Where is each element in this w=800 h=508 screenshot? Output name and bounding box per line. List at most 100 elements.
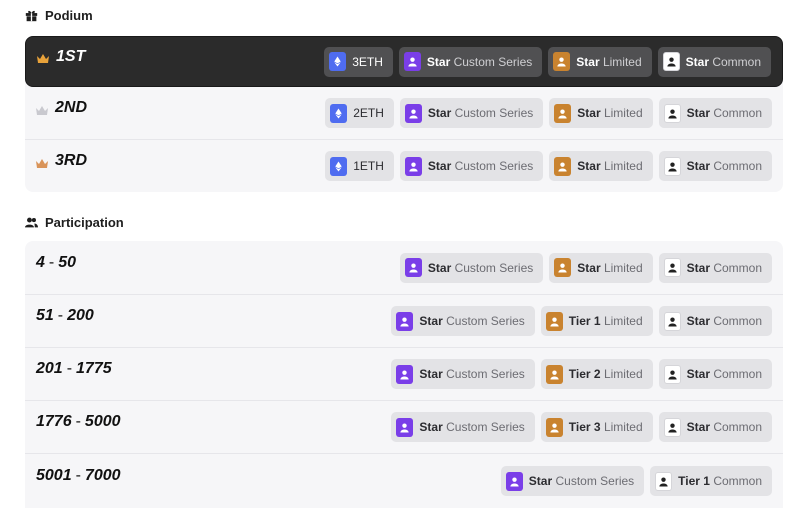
- limited-reward-chip[interactable]: Star Limited: [549, 151, 653, 181]
- rank-range: 5001-7000: [25, 467, 121, 485]
- ethereum-icon: [330, 156, 348, 176]
- reward-label: Star Limited: [576, 55, 641, 69]
- reward-label: Star Custom Series: [419, 420, 524, 434]
- reward-label-type: Custom Series: [442, 314, 525, 328]
- rank-label: 2ND: [25, 99, 87, 117]
- reward-label: Star Common: [687, 159, 762, 173]
- custom-reward-chip[interactable]: Star Custom Series: [399, 252, 544, 283]
- ethereum-icon: [330, 103, 348, 123]
- custom-card-icon: [396, 417, 414, 437]
- limited-reward-chip[interactable]: Star Limited: [548, 46, 652, 77]
- common-card-icon: [662, 52, 680, 71]
- limited-reward-chip[interactable]: Star Limited: [549, 252, 653, 283]
- common-card-icon: [663, 103, 681, 123]
- custom-reward-chip[interactable]: Star Custom Series: [391, 412, 535, 442]
- common-reward-chip[interactable]: Star Common: [658, 359, 772, 389]
- reward-label-type: Common: [709, 260, 762, 275]
- reward-list: Star Custom Series Tier 3 Limited Star Com…: [391, 412, 783, 442]
- reward-label: Star Custom Series: [419, 314, 524, 328]
- common-card-icon: [663, 417, 681, 437]
- reward-label-bold: Star: [419, 314, 443, 328]
- reward-label-type: Custom Series: [451, 159, 534, 173]
- rank-label: 3RD: [25, 152, 87, 170]
- range-from: 5001: [36, 467, 72, 484]
- eth-reward-chip[interactable]: 3ETH: [324, 46, 393, 77]
- reward-label-type: Limited: [599, 54, 642, 69]
- reward-label-bold: Star: [686, 367, 710, 381]
- limited-reward-chip[interactable]: Tier 2 Limited: [540, 359, 653, 389]
- users-icon: [25, 217, 38, 228]
- rank-range: 4-50: [25, 254, 76, 272]
- reward-list: Star Custom Series Star Limited Star Commo…: [399, 252, 783, 283]
- reward-label-type: Limited: [600, 420, 643, 434]
- common-reward-chip[interactable]: Star Common: [658, 151, 772, 181]
- participation-card: 4-50 Star Custom Series Star Limited Star C…: [25, 241, 783, 508]
- limited-reward-chip[interactable]: Star Limited: [549, 98, 653, 128]
- reward-label-bold: Star: [685, 54, 709, 69]
- reward-label-bold: Star: [686, 420, 710, 434]
- reward-label-type: Limited: [600, 159, 643, 173]
- common-reward-chip[interactable]: Star Common: [658, 252, 772, 283]
- reward-label-type: Custom Series: [552, 474, 635, 488]
- podium-row-3rd: 3RD 1ETH Star Custom Series Star Limited Sta…: [25, 139, 783, 192]
- custom-reward-chip[interactable]: Star Custom Series: [399, 98, 544, 128]
- reward-label: Star Limited: [577, 106, 642, 120]
- range-to: 200: [67, 307, 94, 324]
- reward-label-bold: Star: [686, 159, 710, 173]
- eth-reward-chip[interactable]: 2ETH: [325, 98, 394, 128]
- reward-label-bold: Star: [426, 54, 451, 69]
- custom-reward-chip[interactable]: Star Custom Series: [391, 359, 535, 389]
- range-separator: -: [75, 467, 81, 484]
- reward-label: Star Common: [687, 314, 762, 328]
- custom-reward-chip[interactable]: Star Custom Series: [500, 466, 645, 496]
- custom-reward-chip[interactable]: Star Custom Series: [391, 306, 535, 336]
- eth-amount: 3ETH: [352, 54, 383, 69]
- common-card-icon: [663, 156, 681, 176]
- reward-list: Star Custom Series Tier 1 Common: [500, 466, 783, 496]
- reward-label-bold: Tier 2: [568, 367, 601, 381]
- limited-card-icon: [554, 156, 572, 176]
- rank-text: 1ST: [56, 47, 86, 65]
- reward-label-bold: Star: [686, 260, 710, 275]
- reward-label-bold: Star: [577, 260, 601, 275]
- limited-card-icon: [553, 52, 571, 71]
- common-reward-chip[interactable]: Star Common: [658, 306, 772, 336]
- common-reward-chip[interactable]: Star Common: [658, 98, 772, 128]
- reward-label-bold: Tier 1: [568, 314, 601, 328]
- reward-label-bold: Star: [686, 314, 710, 328]
- reward-label-type: Custom Series: [442, 367, 525, 381]
- rank-text: 2ND: [55, 99, 88, 116]
- common-card-icon: [663, 258, 681, 277]
- limited-reward-chip[interactable]: Tier 3 Limited: [540, 412, 653, 442]
- reward-label-type: Common: [709, 106, 762, 120]
- reward-label-type: Custom Series: [450, 54, 533, 69]
- range-to: 1775: [76, 360, 112, 377]
- range-from: 4: [36, 253, 45, 271]
- custom-reward-chip[interactable]: Star Custom Series: [398, 46, 543, 77]
- eth-reward-chip[interactable]: 1ETH: [325, 151, 394, 181]
- ethereum-icon: [329, 52, 347, 71]
- common-reward-chip[interactable]: Tier 1 Common: [650, 466, 772, 496]
- reward-label-bold: Star: [576, 54, 600, 69]
- custom-reward-chip[interactable]: Star Custom Series: [399, 151, 544, 181]
- reward-label-type: Custom Series: [451, 260, 534, 275]
- gift-icon: [25, 10, 38, 22]
- reward-label-type: Limited: [600, 106, 643, 120]
- custom-card-icon: [404, 103, 422, 123]
- reward-label: Star Custom Series: [419, 367, 524, 381]
- custom-card-icon: [396, 311, 414, 331]
- reward-label-bold: Star: [419, 420, 443, 434]
- reward-label-type: Limited: [600, 314, 643, 328]
- reward-label-bold: Star: [427, 159, 452, 173]
- reward-label: Star Common: [687, 367, 762, 381]
- reward-list: 2ETH Star Custom Series Star Limited Star C…: [325, 98, 783, 128]
- common-reward-chip[interactable]: Star Common: [657, 46, 771, 77]
- rank-range: 51-200: [25, 307, 94, 325]
- podium-title: Podium: [45, 8, 93, 23]
- common-reward-chip[interactable]: Star Common: [658, 412, 772, 442]
- range-from: 201: [36, 360, 63, 377]
- reward-list: Star Custom Series Tier 2 Limited Star Com…: [391, 359, 783, 389]
- reward-label: Star Limited: [577, 261, 642, 275]
- limited-card-icon: [545, 364, 563, 384]
- limited-reward-chip[interactable]: Tier 1 Limited: [540, 306, 653, 336]
